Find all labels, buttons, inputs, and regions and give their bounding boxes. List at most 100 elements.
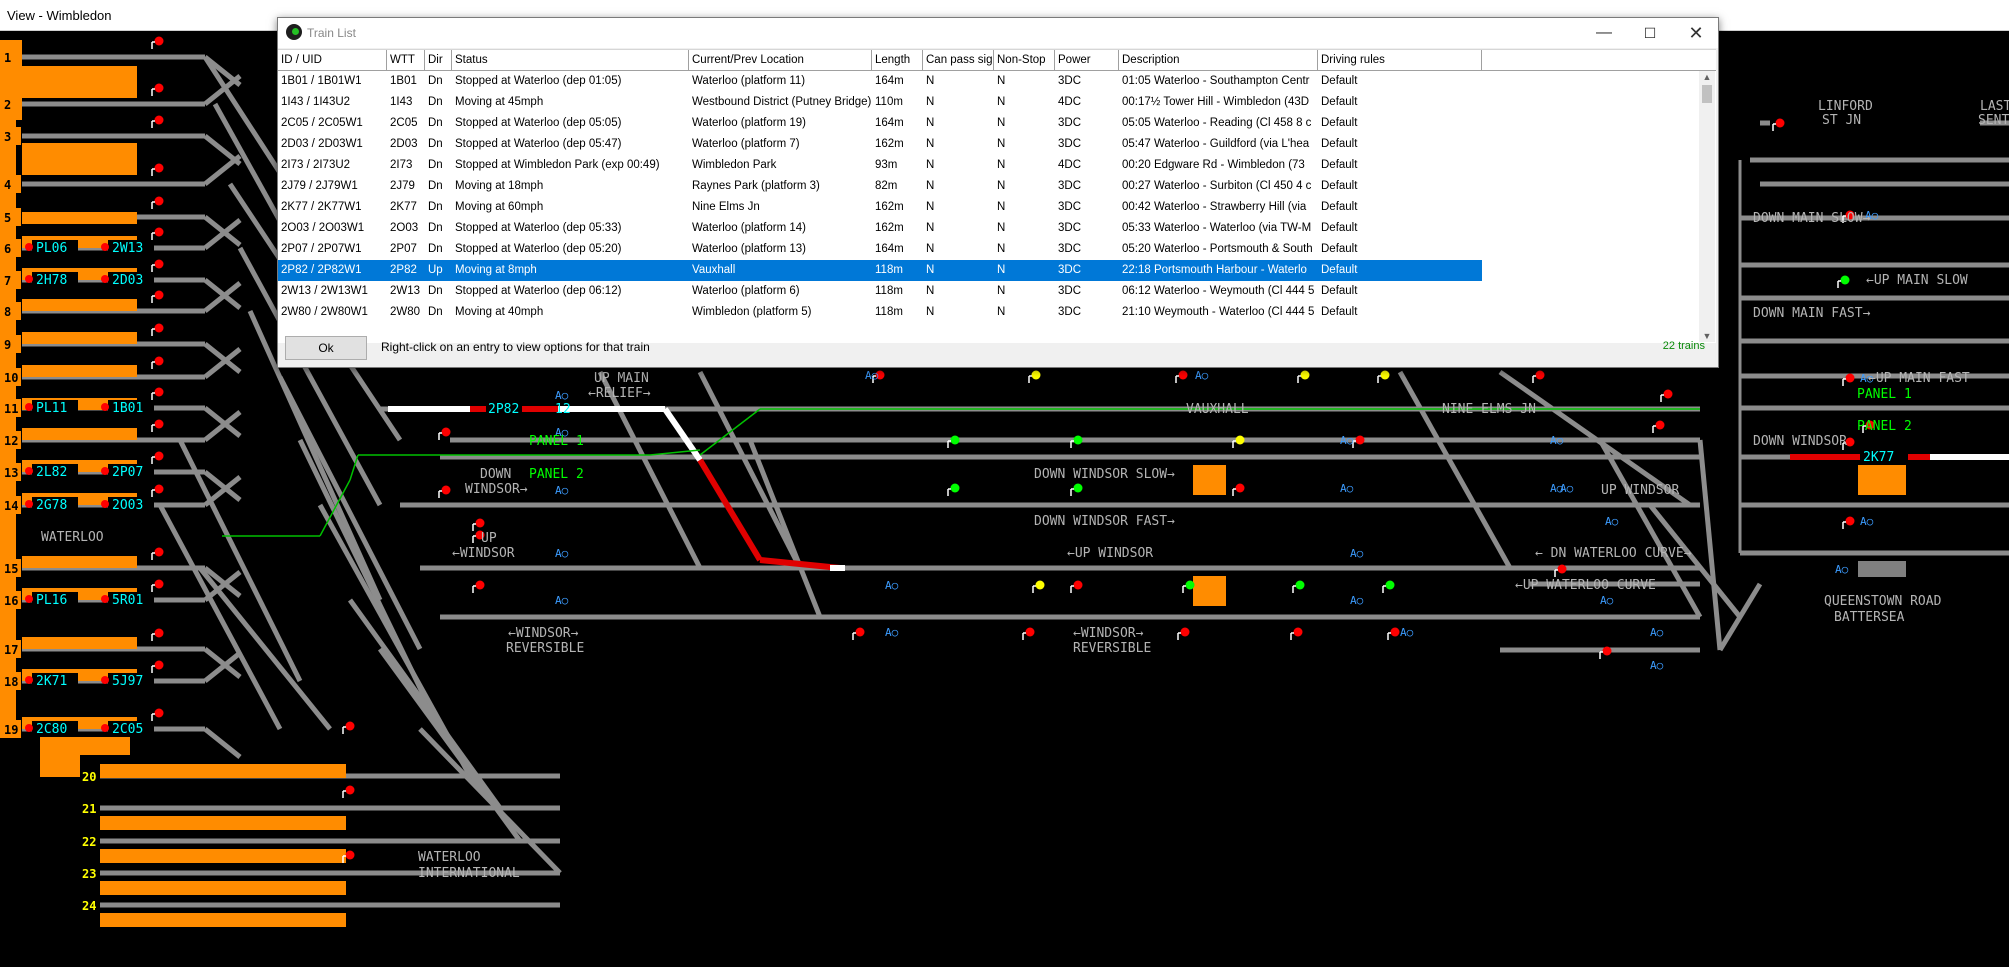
- signal-icon[interactable]: [1557, 564, 1567, 574]
- minimize-button[interactable]: —: [1581, 18, 1627, 48]
- signal-icon[interactable]: [1073, 483, 1083, 493]
- platform-exit-signal[interactable]: [154, 387, 164, 397]
- signal-icon[interactable]: [1235, 435, 1245, 445]
- platform-exit-signal[interactable]: [154, 484, 164, 494]
- platform-exit-signal[interactable]: [154, 451, 164, 461]
- auto-signal-icon[interactable]: A○: [885, 579, 899, 592]
- close-button[interactable]: ✕: [1673, 18, 1719, 48]
- platform-exit-signal[interactable]: [154, 628, 164, 638]
- auto-signal-icon[interactable]: A○: [1340, 434, 1354, 447]
- column-header[interactable]: Description: [1119, 50, 1318, 70]
- platform-exit-signal[interactable]: [154, 83, 164, 93]
- signal-icon[interactable]: [1031, 370, 1041, 380]
- column-header[interactable]: Driving rules: [1318, 50, 1482, 70]
- column-header[interactable]: Dir: [425, 50, 452, 70]
- signal-icon[interactable]: [345, 850, 355, 860]
- signal-icon[interactable]: [1355, 435, 1365, 445]
- scroll-thumb[interactable]: [1702, 85, 1712, 103]
- auto-signal-icon[interactable]: A○: [1350, 547, 1364, 560]
- auto-signal-icon[interactable]: A○: [1350, 594, 1364, 607]
- platform-exit-signal[interactable]: [154, 259, 164, 269]
- dialog-title-bar[interactable]: Train List — ☐ ✕: [278, 18, 1718, 48]
- train-list-dialog[interactable]: Train List — ☐ ✕ ID / UID WTT Dir Status Cur…: [277, 17, 1719, 368]
- platform-exit-signal[interactable]: [154, 323, 164, 333]
- signal-icon[interactable]: [441, 485, 451, 495]
- table-row[interactable]: 2P07 / 2P07W1 2P07 Dn Stopped at Waterloo (…: [278, 239, 1482, 260]
- vertical-scrollbar[interactable]: ▲ ▼: [1699, 71, 1715, 342]
- column-header[interactable]: ID / UID: [278, 50, 387, 70]
- table-row[interactable]: 2P82 / 2P82W1 2P82 Up Moving at 8mph Vauxhal…: [278, 260, 1482, 281]
- table-row[interactable]: 2J79 / 2J79W1 2J79 Dn Moving at 18mph Raynes…: [278, 176, 1482, 197]
- platform-exit-signal[interactable]: [154, 547, 164, 557]
- signal-icon[interactable]: [475, 518, 485, 528]
- platform-exit-signal[interactable]: [154, 163, 164, 173]
- column-header[interactable]: WTT: [387, 50, 425, 70]
- auto-signal-icon[interactable]: A○: [1650, 659, 1664, 672]
- column-header[interactable]: Non-Stop: [994, 50, 1055, 70]
- scroll-up-icon[interactable]: ▲: [1699, 71, 1715, 83]
- table-row[interactable]: 1B01 / 1B01W1 1B01 Dn Stopped at Waterloo (…: [278, 71, 1482, 92]
- auto-signal-icon[interactable]: A○: [1600, 594, 1614, 607]
- signal-icon[interactable]: [1535, 370, 1545, 380]
- signal-icon[interactable]: [1663, 389, 1673, 399]
- table-row[interactable]: 2I73 / 2I73U2 2I73 Dn Stopped at Wimbledon …: [278, 155, 1482, 176]
- train-table[interactable]: ID / UID WTT Dir Status Current/Prev Locatio…: [278, 49, 1716, 343]
- table-row[interactable]: 1I43 / 1I43U2 1I43 Dn Moving at 45mph Westbo…: [278, 92, 1482, 113]
- signal-icon[interactable]: [1775, 118, 1785, 128]
- auto-signal-icon[interactable]: A○: [555, 547, 569, 560]
- platform-exit-signal[interactable]: [154, 115, 164, 125]
- column-header[interactable]: Length: [872, 50, 923, 70]
- platform-exit-signal[interactable]: [154, 419, 164, 429]
- signal-icon[interactable]: [1185, 580, 1195, 590]
- auto-signal-icon[interactable]: A○: [1195, 369, 1209, 382]
- signal-icon[interactable]: [1235, 483, 1245, 493]
- column-header[interactable]: Current/Prev Location: [689, 50, 872, 70]
- table-row[interactable]: 2O03 / 2O03W1 2O03 Dn Stopped at Waterloo (…: [278, 218, 1482, 239]
- table-row[interactable]: 2W13 / 2W13W1 2W13 Dn Stopped at Waterloo (…: [278, 281, 1482, 302]
- signal-icon[interactable]: [1655, 420, 1665, 430]
- signal-icon[interactable]: [1293, 627, 1303, 637]
- platform-exit-signal[interactable]: [154, 660, 164, 670]
- auto-signal-icon[interactable]: A○: [555, 389, 569, 402]
- signal-icon[interactable]: [950, 483, 960, 493]
- column-header[interactable]: Status: [452, 50, 689, 70]
- auto-signal-icon[interactable]: A○: [1650, 626, 1664, 639]
- platform-exit-signal[interactable]: [154, 708, 164, 718]
- platform-exit-signal[interactable]: [154, 290, 164, 300]
- platform-exit-signal[interactable]: [154, 227, 164, 237]
- auto-signal-icon[interactable]: A○: [1400, 626, 1414, 639]
- auto-signal-icon[interactable]: A○: [865, 369, 879, 382]
- table-row[interactable]: 2C05 / 2C05W1 2C05 Dn Stopped at Waterloo (…: [278, 113, 1482, 134]
- signal-icon[interactable]: [441, 427, 451, 437]
- signal-icon[interactable]: [1840, 275, 1850, 285]
- ok-button[interactable]: Ok: [285, 336, 367, 360]
- table-row[interactable]: 2D03 / 2D03W1 2D03 Dn Stopped at Waterloo (…: [278, 134, 1482, 155]
- platform-exit-signal[interactable]: [154, 356, 164, 366]
- signal-icon[interactable]: [1380, 370, 1390, 380]
- auto-signal-icon[interactable]: A○: [885, 626, 899, 639]
- auto-signal-icon[interactable]: A○: [1550, 434, 1564, 447]
- signal-icon[interactable]: [345, 785, 355, 795]
- signal-icon[interactable]: [950, 435, 960, 445]
- signal-icon[interactable]: [475, 580, 485, 590]
- signal-icon[interactable]: [855, 627, 865, 637]
- platform-exit-signal[interactable]: [154, 579, 164, 589]
- signal-icon[interactable]: [1385, 580, 1395, 590]
- signal-icon[interactable]: [1295, 580, 1305, 590]
- auto-signal-icon[interactable]: A○: [555, 594, 569, 607]
- signal-icon[interactable]: [1602, 646, 1612, 656]
- auto-signal-icon[interactable]: A○: [555, 484, 569, 497]
- signal-icon[interactable]: [1845, 373, 1855, 383]
- auto-signal-icon[interactable]: A○: [1835, 563, 1849, 576]
- signal-icon[interactable]: [1025, 627, 1035, 637]
- signal-icon[interactable]: [1300, 370, 1310, 380]
- platform-exit-signal[interactable]: [154, 196, 164, 206]
- signal-icon[interactable]: [1073, 435, 1083, 445]
- signal-icon[interactable]: [1180, 627, 1190, 637]
- auto-signal-icon[interactable]: A○: [1560, 482, 1574, 495]
- signal-icon[interactable]: [1178, 370, 1188, 380]
- signal-icon[interactable]: [345, 721, 355, 731]
- signal-icon[interactable]: [1073, 580, 1083, 590]
- signal-icon[interactable]: [1035, 580, 1045, 590]
- table-row[interactable]: 2K77 / 2K77W1 2K77 Dn Moving at 60mph Nine E…: [278, 197, 1482, 218]
